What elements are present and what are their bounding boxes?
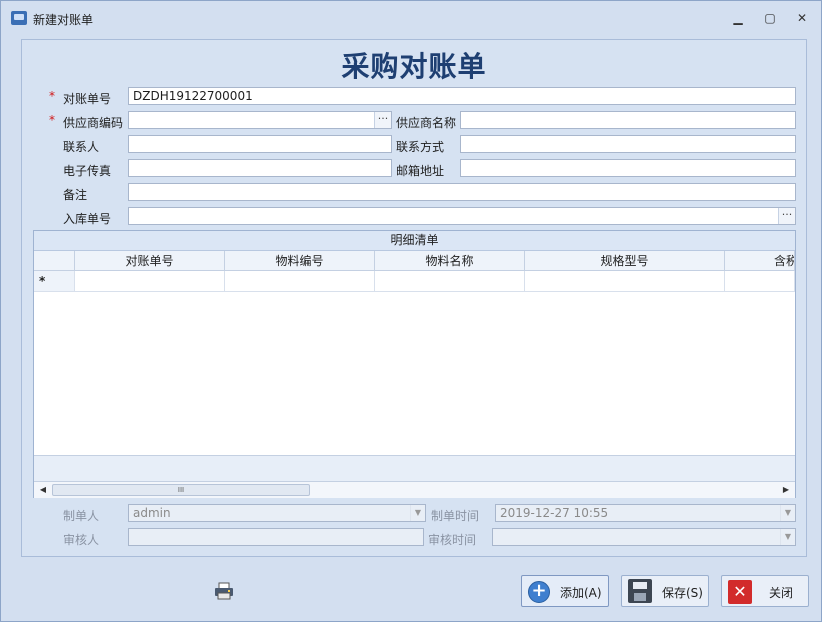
supplier-lookup-button[interactable]: ···: [374, 112, 391, 128]
creator-label: 制单人: [63, 509, 100, 523]
creator-select[interactable]: admin ▼: [128, 504, 426, 522]
chevron-down-icon[interactable]: ▼: [780, 505, 795, 521]
statement-no-label: 对账单号: [63, 92, 112, 106]
supplier-name-label: 供应商名称: [396, 116, 457, 130]
scroll-left-icon[interactable]: ◀: [36, 483, 50, 497]
column-header[interactable]: 物料名称: [375, 251, 525, 271]
close-button[interactable]: ✕ 关闭: [721, 575, 809, 607]
add-button-label: 添加(A): [560, 586, 602, 600]
app-icon: [11, 11, 27, 25]
column-header[interactable]: 物料编号: [225, 251, 375, 271]
supplier-code-label: 供应商编码: [63, 116, 124, 130]
create-time-value: 2019-12-27 10:55: [500, 506, 609, 520]
save-button[interactable]: 保存(S): [621, 575, 709, 607]
save-button-label: 保存(S): [662, 586, 703, 600]
warehouse-no-input[interactable]: ···: [128, 207, 796, 225]
reviewer-input[interactable]: [128, 528, 424, 546]
statement-no-value: DZDH19122700001: [133, 89, 253, 103]
scrollbar-thumb[interactable]: III: [52, 484, 310, 496]
supplier-code-input[interactable]: ···: [128, 111, 392, 129]
warehouse-lookup-button[interactable]: ···: [778, 208, 795, 224]
fax-label: 电子传真: [63, 164, 112, 178]
chevron-down-icon[interactable]: ▼: [780, 529, 795, 545]
grid-cell[interactable]: [525, 271, 725, 292]
fax-input[interactable]: [128, 159, 392, 177]
statement-no-input[interactable]: DZDH19122700001: [128, 87, 796, 105]
form-title: 采购对账单: [341, 50, 487, 83]
required-mark: *: [49, 89, 55, 103]
contact-method-label: 联系方式: [396, 140, 445, 154]
dialog-window: 新建对账单 ▁ ▢ ✕ 采购对账单 * 对账单号 DZDH19122700001…: [0, 0, 822, 622]
column-header[interactable]: 对账单号: [75, 251, 225, 271]
scroll-right-icon[interactable]: ▶: [779, 483, 793, 497]
contact-input[interactable]: [128, 135, 392, 153]
new-row-indicator: *: [34, 271, 75, 292]
remark-label: 备注: [63, 188, 88, 202]
plus-circle-icon: +: [528, 581, 550, 603]
create-time-label: 制单时间: [431, 509, 480, 523]
minimize-button[interactable]: ▁: [729, 9, 747, 27]
create-time-select[interactable]: 2019-12-27 10:55 ▼: [495, 504, 796, 522]
close-window-button[interactable]: ✕: [793, 9, 811, 27]
grid-cell[interactable]: [75, 271, 225, 292]
printer-icon[interactable]: [213, 582, 235, 600]
creator-value: admin: [133, 506, 171, 520]
chevron-down-icon[interactable]: ▼: [410, 505, 425, 521]
warehouse-no-label: 入库单号: [63, 212, 112, 226]
remark-input[interactable]: [128, 183, 796, 201]
reviewer-label: 审核人: [63, 533, 100, 547]
grid-cell[interactable]: [375, 271, 525, 292]
maximize-button[interactable]: ▢: [761, 9, 779, 27]
review-time-select[interactable]: ▼: [492, 528, 796, 546]
horizontal-scrollbar[interactable]: ◀ III ▶: [34, 481, 795, 498]
required-mark: *: [49, 113, 55, 127]
window-title: 新建对账单: [33, 13, 94, 27]
grid-cell[interactable]: [725, 271, 795, 292]
row-indicator-header: [34, 251, 75, 271]
review-time-label: 审核时间: [428, 533, 477, 547]
email-input[interactable]: [460, 159, 796, 177]
email-label: 邮箱地址: [396, 164, 445, 178]
add-button[interactable]: + 添加(A): [521, 575, 609, 607]
column-header[interactable]: 含税: [725, 251, 795, 271]
close-button-label: 关闭: [769, 586, 794, 600]
grid-footer: [34, 455, 795, 482]
supplier-name-input[interactable]: [460, 111, 796, 129]
contact-method-input[interactable]: [460, 135, 796, 153]
close-x-icon: ✕: [728, 580, 752, 604]
grid-cell[interactable]: [225, 271, 375, 292]
contact-label: 联系人: [63, 140, 100, 154]
detail-grid[interactable]: 明细清单 对账单号 物料编号 物料名称 规格型号 含税 * ◀ III ▶: [33, 230, 796, 498]
floppy-disk-icon: [628, 579, 652, 603]
title-bar[interactable]: 新建对账单 ▁ ▢ ✕: [1, 1, 821, 33]
column-header[interactable]: 规格型号: [525, 251, 725, 271]
grid-caption: 明细清单: [34, 231, 795, 251]
